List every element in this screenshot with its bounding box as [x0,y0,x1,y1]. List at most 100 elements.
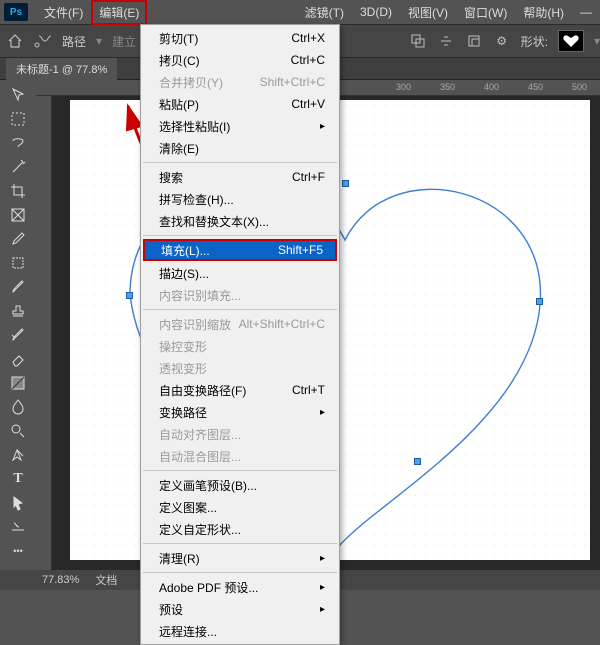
blur-tool[interactable] [5,396,31,418]
brush-tool[interactable] [5,276,31,298]
path-select-tool[interactable] [5,492,31,514]
menu-item-1[interactable]: 拷贝(C)Ctrl+C [141,49,339,71]
menu-item-label: 清理(R) [159,550,200,567]
menu-separator [143,309,337,310]
menu-item-13: 内容识别填充... [141,284,339,306]
menu-item-label: 剪切(T) [159,30,198,47]
menu-item-label: 合并拷贝(Y) [159,74,223,91]
menu-item-27[interactable]: 清理(R) [141,547,339,569]
shape-preview-heart[interactable] [558,30,584,52]
menu-item-2: 合并拷贝(Y) Shift+Ctrl+C [141,71,339,93]
menu-item-label: 自动混合图层... [159,448,241,465]
menu-item-23[interactable]: 定义画笔预设(B)... [141,474,339,496]
menu-item-accel: Ctrl+X [291,31,325,45]
gradient-tool[interactable] [5,372,31,394]
menu-item-accel: Ctrl+F [292,170,325,184]
marquee-tool[interactable] [5,108,31,130]
anchor-bottom-r[interactable] [414,458,421,465]
menu-item-12[interactable]: 描边(S)... [141,262,339,284]
menu-item-19[interactable]: 变换路径 [141,401,339,423]
stamp-tool[interactable] [5,300,31,322]
menu-separator [143,470,337,471]
menu-item-label: 搜索 [159,169,183,186]
menu-item-accel: Alt+Shift+Ctrl+C [239,317,325,331]
menu-item-accel: Shift+F5 [278,243,323,257]
arrange-icon[interactable] [465,32,483,50]
menu-item-18[interactable]: 自由变换路径(F) Ctrl+T [141,379,339,401]
menu-item-label: 拷贝(C) [159,52,200,69]
menu-help[interactable]: 帮助(H) [515,0,572,25]
menu-item-accel: Ctrl+T [292,383,325,397]
lasso-tool[interactable] [5,132,31,154]
shape-tool[interactable] [5,516,31,538]
menu-item-label: 自动对齐图层... [159,426,241,443]
menu-item-30[interactable]: 预设 [141,598,339,620]
menu-item-31[interactable]: 远程连接... [141,620,339,642]
shape-tool-icon[interactable] [34,32,52,50]
gear-icon[interactable]: ⚙ [493,32,511,50]
move-tool[interactable] [5,84,31,106]
pen-tool[interactable] [5,444,31,466]
menu-item-5[interactable]: 清除(E) [141,137,339,159]
menu-filter[interactable]: 滤镜(T) [297,0,352,25]
menu-separator [143,162,337,163]
menu-item-24[interactable]: 定义图案... [141,496,339,518]
menu-window[interactable]: 窗口(W) [456,0,515,25]
menu-3d[interactable]: 3D(D) [352,1,400,23]
toolbox: T ••• [0,80,36,570]
heal-tool[interactable] [5,252,31,274]
menu-item-0[interactable]: 剪切(T) Ctrl+X [141,27,339,49]
history-brush-tool[interactable] [5,324,31,346]
menu-item-9[interactable]: 查找和替换文本(X)... [141,210,339,232]
menu-item-3[interactable]: 粘贴(P)Ctrl+V [141,93,339,115]
type-tool[interactable]: T [5,468,31,490]
menu-item-label: 选择性粘贴(I) [159,118,230,135]
menu-item-label: 内容识别缩放 [159,316,231,333]
wand-tool[interactable] [5,156,31,178]
menu-item-accel: Ctrl+V [291,97,325,111]
dodge-tool[interactable] [5,420,31,442]
frame-tool[interactable] [5,204,31,226]
menu-item-11[interactable]: 填充(L)...Shift+F5 [143,239,337,261]
menubar: Ps 文件(F) 编辑(E) 滤镜(T) 3D(D) 视图(V) 窗口(W) 帮… [0,0,600,24]
menu-item-label: 操控变形 [159,338,207,355]
anchor-right[interactable] [536,298,543,305]
eraser-tool[interactable] [5,348,31,370]
menu-file[interactable]: 文件(F) [36,0,91,25]
menu-item-label: 自由变换路径(F) [159,382,246,399]
menu-item-accel: Shift+Ctrl+C [260,75,325,89]
menu-item-label: 清除(E) [159,140,199,157]
make-label: 建立 [112,33,136,50]
menu-item-7[interactable]: 搜索 Ctrl+F [141,166,339,188]
menu-separator [143,543,337,544]
combine-icon[interactable] [409,32,427,50]
menu-item-label: 拼写检查(H)... [159,191,234,208]
menu-item-25[interactable]: 定义自定形状... [141,518,339,540]
toolbar-more[interactable]: ••• [5,540,31,562]
menu-item-label: 定义图案... [159,499,217,516]
anchor-left[interactable] [126,292,133,299]
home-icon[interactable] [6,32,24,50]
menu-item-29[interactable]: Adobe PDF 预设... [141,576,339,598]
shape-label: 形状: [521,33,548,50]
menu-edit[interactable]: 编辑(E) [91,0,147,25]
menu-item-20: 自动对齐图层... [141,423,339,445]
menu-item-label: 查找和替换文本(X)... [159,213,269,230]
eyedropper-tool[interactable] [5,228,31,250]
menu-item-label: 定义画笔预设(B)... [159,477,257,494]
menu-item-4[interactable]: 选择性粘贴(I) [141,115,339,137]
zoom-level[interactable]: 77.83% [42,574,79,586]
menu-item-8[interactable]: 拼写检查(H)... [141,188,339,210]
menu-overflow[interactable]: — [572,1,600,23]
crop-tool[interactable] [5,180,31,202]
align-icon[interactable] [437,32,455,50]
document-tab[interactable]: 未标题-1 @ 77.8% [6,58,117,80]
anchor-top[interactable] [342,180,349,187]
menu-item-15: 内容识别缩放 Alt+Shift+Ctrl+C [141,313,339,335]
path-mode-label[interactable]: 路径 [62,33,86,50]
status-doc: 文档 [95,572,117,588]
menu-item-21: 自动混合图层... [141,445,339,467]
menu-view[interactable]: 视图(V) [400,0,456,25]
menu-item-label: 变换路径 [159,404,207,421]
menu-separator [143,235,337,236]
